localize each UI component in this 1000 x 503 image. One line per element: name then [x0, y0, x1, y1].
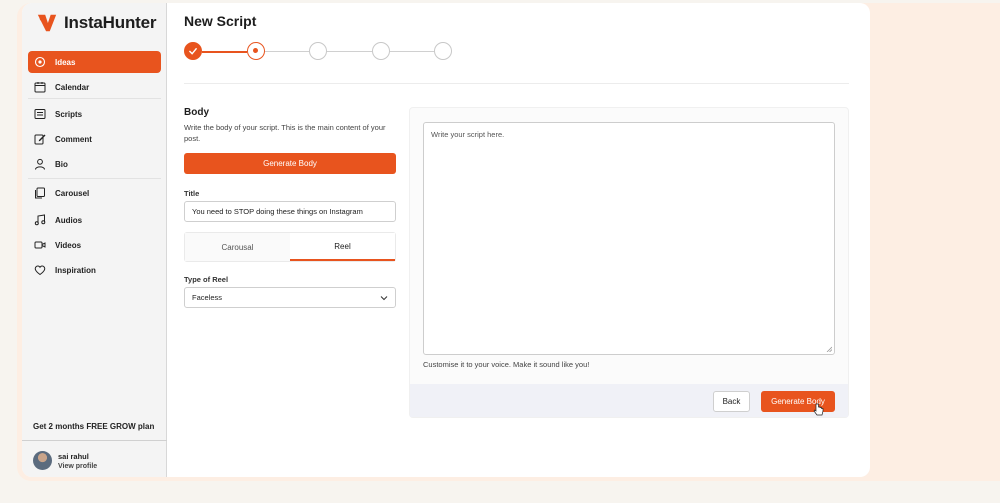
stepper-connector: [390, 51, 434, 52]
profile-card[interactable]: sai rahul View profile: [33, 451, 97, 470]
title-label: Title: [184, 189, 200, 198]
sidebar-item-videos[interactable]: Videos: [28, 234, 161, 256]
sidebar-item-label: Carousel: [55, 188, 90, 198]
reel-type-value: Faceless: [192, 293, 223, 302]
copy-icon: [35, 187, 45, 199]
music-icon: [34, 214, 46, 226]
edit-icon: [34, 134, 46, 145]
main-content: New Script Body Write the body of your s…: [167, 3, 870, 477]
generate-body-button[interactable]: Generate Body: [184, 153, 396, 174]
page-title: New Script: [184, 13, 257, 29]
scripts-icon: [34, 109, 46, 119]
step-5[interactable]: [434, 42, 452, 60]
pointer-cursor-icon: [813, 403, 824, 416]
user-icon: [35, 158, 45, 170]
check-icon: [188, 47, 198, 55]
sidebar-item-scripts[interactable]: Scripts: [28, 103, 161, 125]
resize-grip-icon[interactable]: [826, 346, 832, 352]
sidebar-item-label: Inspiration: [55, 265, 96, 275]
brand-name: InstaHunter: [64, 13, 157, 32]
sidebar-nav: Ideas Calendar Scripts Comment Bio Carou…: [28, 51, 161, 281]
app-window: InstaHunter Ideas Calendar Scripts Comme…: [22, 3, 870, 477]
step-4[interactable]: [372, 42, 390, 60]
sidebar-item-carousel[interactable]: Carousel: [28, 182, 161, 204]
view-profile-link[interactable]: View profile: [58, 463, 97, 470]
video-icon: [34, 241, 46, 249]
heart-icon: [34, 265, 46, 276]
sidebar-item-bio[interactable]: Bio: [28, 153, 161, 175]
sidebar-item-calendar[interactable]: Calendar: [28, 76, 161, 98]
back-button[interactable]: Back: [713, 391, 750, 412]
step-2-current[interactable]: [247, 42, 265, 60]
calendar-icon: [34, 82, 46, 93]
avatar: [33, 451, 52, 470]
reel-type-select[interactable]: Faceless: [184, 287, 396, 308]
tab-carousal[interactable]: Carousal: [185, 233, 290, 261]
profile-divider: [22, 440, 167, 441]
reel-type-label: Type of Reel: [184, 275, 229, 284]
sidebar-item-label: Scripts: [55, 109, 83, 119]
step-3[interactable]: [309, 42, 327, 60]
stepper-connector: [202, 51, 247, 53]
sidebar-item-ideas[interactable]: Ideas: [28, 51, 161, 73]
script-textarea[interactable]: Write your script here.: [423, 122, 835, 355]
section-description: Write the body of your script. This is t…: [184, 123, 386, 143]
profile-name: sai rahul: [58, 451, 89, 461]
sidebar-item-label: Ideas: [55, 57, 76, 67]
lightbulb-icon: [34, 56, 46, 68]
title-input[interactable]: You need to STOP doing these things on I…: [184, 201, 396, 222]
sidebar-item-audios[interactable]: Audios: [28, 209, 161, 231]
sidebar: InstaHunter Ideas Calendar Scripts Comme…: [22, 3, 167, 477]
sidebar-item-label: Calendar: [55, 82, 90, 92]
progress-stepper: [184, 41, 454, 63]
tab-reel[interactable]: Reel: [290, 233, 395, 261]
textarea-placeholder: Write your script here.: [431, 130, 505, 139]
editor-hint: Customise it to your voice. Make it soun…: [423, 360, 590, 369]
stepper-connector: [265, 51, 309, 52]
sidebar-item-inspiration[interactable]: Inspiration: [28, 259, 161, 281]
chevron-down-icon: [380, 295, 388, 300]
section-title: Body: [184, 107, 209, 118]
sidebar-item-label: Videos: [55, 240, 82, 250]
stepper-connector: [327, 51, 372, 52]
step-1-complete[interactable]: [184, 42, 202, 60]
sidebar-item-label: Audios: [55, 215, 83, 225]
sidebar-item-label: Bio: [55, 159, 68, 169]
sidebar-item-label: Comment: [55, 134, 92, 144]
header-divider: [184, 83, 849, 84]
sidebar-item-comment[interactable]: Comment: [28, 128, 161, 150]
format-tabs: Carousal Reel: [184, 232, 396, 262]
logo-icon: [37, 14, 57, 32]
promo-text[interactable]: Get 2 months FREE GROW plan: [33, 422, 154, 431]
brand-logo[interactable]: InstaHunter: [36, 12, 156, 34]
